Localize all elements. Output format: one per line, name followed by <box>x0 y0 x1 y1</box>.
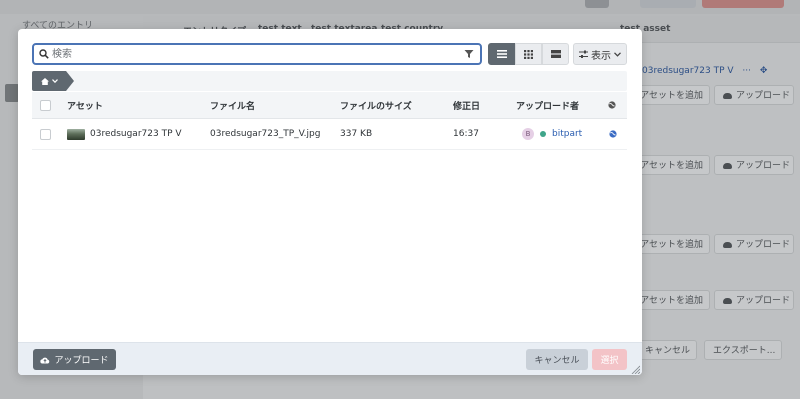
cancel-button[interactable]: キャンセル <box>526 349 588 370</box>
upload-button[interactable]: アップロード <box>714 155 794 175</box>
background-top-button <box>585 0 609 8</box>
chevron-down-icon <box>614 51 621 57</box>
column-header-uploader[interactable]: アップロード者 <box>516 92 579 118</box>
breadcrumb-home[interactable] <box>32 71 74 91</box>
modal-footer: アップロード キャンセル 選択 <box>18 342 642 375</box>
background-top-button <box>640 0 696 8</box>
sidebar-selected-indicator <box>5 84 19 102</box>
display-label: 表示 <box>591 50 611 62</box>
asset-filename: 03redsugar723_TP_V.jpg <box>210 129 321 139</box>
display-settings-button[interactable]: 表示 <box>573 43 627 65</box>
asset-link-label: 03redsugar723 TP V <box>642 66 734 76</box>
select-all-checkbox[interactable] <box>40 99 51 111</box>
upload-button[interactable]: アップロード <box>33 349 116 370</box>
cloud-upload-icon <box>723 92 732 99</box>
background-cancel-button[interactable]: キャンセル <box>636 340 697 360</box>
assets-table: アセット ファイル名 ファイルのサイズ 修正日 アップロード者 03redsug… <box>32 92 627 150</box>
upload-label: アップロード <box>736 240 791 250</box>
upload-label: アップロード <box>736 161 791 171</box>
table-icon <box>550 50 561 58</box>
view-mode-toggle <box>488 43 569 65</box>
uploader-link[interactable]: bitpart <box>552 129 582 139</box>
list-view-button[interactable] <box>488 43 515 65</box>
cloud-upload-icon <box>723 241 732 248</box>
cloud-upload-icon <box>40 357 50 364</box>
add-asset-label: アセットを追加 <box>640 91 703 101</box>
select-label: 選択 <box>600 356 619 366</box>
list-icon <box>496 50 507 58</box>
column-header-size[interactable]: ファイルのサイズ <box>340 92 412 118</box>
globe-icon <box>609 130 617 138</box>
upload-label: アップロード <box>54 356 109 366</box>
column-header-modified[interactable]: 修正日 <box>453 92 480 118</box>
search-box[interactable] <box>32 43 482 65</box>
cancel-label: キャンセル <box>534 356 580 366</box>
avatar: B <box>522 128 534 140</box>
table-row[interactable]: 03redsugar723 TP V 03redsugar723_TP_V.jp… <box>32 119 627 150</box>
asset-link[interactable]: 03redsugar723 TP V ··· ✥ <box>642 66 767 76</box>
move-icon[interactable]: ✥ <box>760 66 768 76</box>
cloud-upload-icon <box>723 297 732 304</box>
table-view-button[interactable] <box>542 43 569 65</box>
select-button[interactable]: 選択 <box>592 349 627 370</box>
upload-button[interactable]: アップロード <box>714 234 794 254</box>
add-asset-label: アセットを追加 <box>640 240 703 250</box>
grid-view-button[interactable] <box>515 43 542 65</box>
column-header-filename[interactable]: ファイル名 <box>210 92 255 118</box>
row-checkbox[interactable] <box>40 128 51 140</box>
search-icon <box>39 49 49 59</box>
add-asset-label: アセットを追加 <box>640 296 703 306</box>
background-top-button <box>702 0 784 8</box>
asset-title: 03redsugar723 TP V <box>90 129 182 139</box>
export-label: エクスポート... <box>713 346 776 356</box>
upload-button[interactable]: アップロード <box>714 290 794 310</box>
upload-label: アップロード <box>736 296 791 306</box>
upload-label: アップロード <box>736 91 791 101</box>
add-asset-label: アセットを追加 <box>640 161 703 171</box>
column-header-asset[interactable]: アセット <box>67 92 103 118</box>
chevron-down-icon <box>51 79 58 83</box>
asset-modified-date: 16:37 <box>453 129 479 139</box>
filter-icon[interactable] <box>464 49 474 59</box>
more-icon[interactable]: ··· <box>742 66 751 76</box>
upload-button[interactable]: アップロード <box>714 85 794 105</box>
cloud-upload-icon <box>723 162 732 169</box>
resize-handle-icon[interactable] <box>630 364 640 374</box>
sliders-icon <box>579 50 588 58</box>
background-cancel-label: キャンセル <box>645 346 691 356</box>
home-icon <box>40 77 49 85</box>
globe-icon <box>608 101 616 109</box>
grid-icon <box>524 49 533 59</box>
asset-size: 337 KB <box>340 129 373 139</box>
asset-selector-modal: 表示 アセット ファイル名 ファイルのサイズ 修正日 アップロード者 <box>18 29 642 375</box>
search-input[interactable] <box>52 47 452 61</box>
breadcrumb <box>32 71 627 91</box>
asset-thumbnail <box>67 128 85 140</box>
status-dot <box>540 131 546 137</box>
export-button[interactable]: エクスポート... <box>704 340 782 360</box>
table-header-row: アセット ファイル名 ファイルのサイズ 修正日 アップロード者 <box>32 92 627 119</box>
